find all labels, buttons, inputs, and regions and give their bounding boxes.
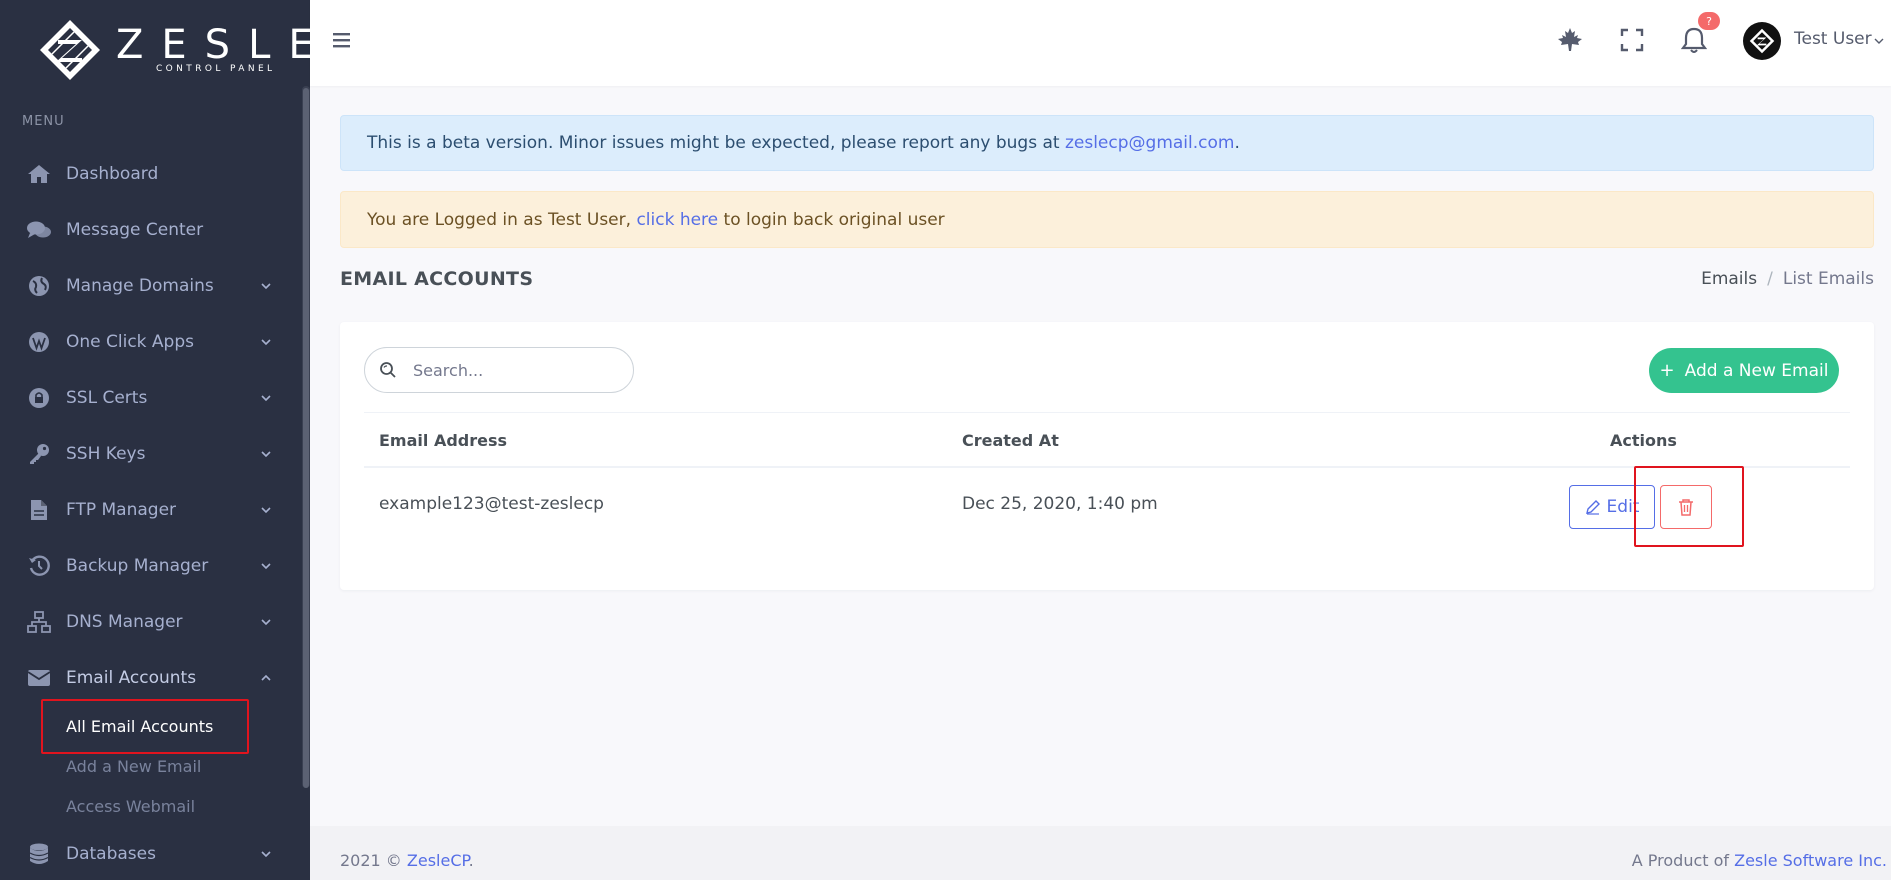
beta-alert-text: This is a beta version. Minor issues mig…	[367, 133, 1065, 153]
chevron-down-icon	[261, 395, 271, 402]
email-accounts-table: Email Address Created At Actions example…	[364, 412, 1850, 544]
brand-name: ZESLE	[116, 22, 310, 68]
sidebar-item-label: FTP Manager	[66, 500, 177, 520]
key-icon	[26, 443, 52, 465]
chevron-down-icon	[261, 507, 271, 514]
search-icon	[380, 362, 396, 378]
sidebar-item-label: Dashboard	[66, 164, 159, 184]
chevron-down-icon	[261, 619, 271, 626]
sidebar-item-manage-domains[interactable]: Manage Domains	[0, 258, 302, 314]
beta-alert: This is a beta version. Minor issues mig…	[340, 115, 1874, 171]
page-title: EMAIL ACCOUNTS	[340, 268, 534, 290]
footer-copyright: 2021 © ZesleCP.	[340, 851, 474, 870]
sidebar-item-label: Backup Manager	[66, 556, 209, 576]
footer-product-of: A Product of Zesle Software Inc.	[1632, 851, 1887, 870]
sidebar-item-label: One Click Apps	[66, 332, 194, 352]
sidebar-nav: Dashboard Message Center Manage Domains …	[0, 146, 302, 880]
sidebar-scrollbar-thumb[interactable]	[303, 88, 309, 788]
sidebar-item-email-accounts[interactable]: Email Accounts	[0, 650, 302, 706]
table-row: example123@test-zeslecp Dec 25, 2020, 1:…	[364, 468, 1850, 544]
impersonation-alert-text: You are Logged in as Test User,	[367, 209, 637, 230]
user-menu-name[interactable]: Test User	[1794, 29, 1872, 49]
sidebar-item-dns-manager[interactable]: DNS Manager	[0, 594, 302, 650]
sitemap-icon	[26, 611, 52, 633]
breadcrumb-separator: /	[1767, 269, 1773, 289]
sidebar-item-one-click-apps[interactable]: One Click Apps	[0, 314, 302, 370]
sidebar-item-label: SSH Keys	[66, 444, 146, 464]
add-new-email-label: Add a New Email	[1684, 360, 1829, 381]
zesle-logo[interactable]: ZESLE CONTROL PANEL	[38, 18, 310, 86]
globe-icon	[26, 275, 52, 297]
footer-year: 2021 ©	[340, 851, 407, 870]
beta-alert-end: .	[1234, 133, 1240, 153]
sidebar-item-label: Manage Domains	[66, 276, 214, 296]
footer: 2021 © ZesleCP. A Product of Zesle Softw…	[310, 826, 1891, 880]
impersonation-alert-end: to login back original user	[718, 209, 945, 230]
sidebar-item-label: Databases	[66, 844, 156, 864]
column-header-created: Created At	[962, 431, 1059, 450]
home-icon	[26, 163, 52, 185]
submenu-access-webmail[interactable]: Access Webmail	[0, 786, 302, 826]
language-canada-flag-icon[interactable]	[1554, 24, 1586, 56]
envelope-icon	[26, 667, 52, 689]
search-box[interactable]	[364, 347, 634, 393]
sidebar-item-databases[interactable]: Databases	[0, 826, 302, 880]
sidebar-item-dashboard[interactable]: Dashboard	[0, 146, 302, 202]
chevron-down-icon	[261, 339, 271, 346]
lock-icon	[26, 387, 52, 409]
footer-product-text: A Product of	[1631, 851, 1735, 870]
chevron-down-icon	[261, 283, 271, 290]
sidebar-item-message-center[interactable]: Message Center	[0, 202, 302, 258]
avatar[interactable]	[1743, 22, 1781, 60]
email-accounts-card: + Add a New Email Email Address Created …	[340, 322, 1874, 590]
breadcrumb-list-emails: List Emails	[1782, 269, 1874, 289]
file-icon	[26, 499, 52, 521]
fullscreen-icon[interactable]	[1616, 24, 1648, 56]
wordpress-icon	[26, 331, 52, 353]
footer-zeslecp-link[interactable]: ZesleCP	[407, 851, 469, 870]
beta-email-link[interactable]: zeslecp@gmail.com	[1065, 133, 1235, 153]
column-header-actions: Actions	[1610, 431, 1677, 450]
login-back-link[interactable]: click here	[636, 210, 718, 230]
sidebar-item-label: Email Accounts	[66, 668, 197, 688]
database-icon	[26, 843, 52, 865]
brand-tagline: CONTROL PANEL	[156, 64, 276, 74]
footer-company-link[interactable]: Zesle Software Inc.	[1734, 851, 1887, 870]
chevron-down-icon[interactable]	[1874, 36, 1884, 46]
chevron-up-icon	[261, 674, 271, 681]
hamburger-menu-icon[interactable]	[332, 30, 352, 50]
history-icon	[26, 555, 52, 577]
created-at-cell: Dec 25, 2020, 1:40 pm	[962, 494, 1158, 514]
sidebar-item-label: DNS Manager	[66, 612, 183, 632]
email-address-cell: example123@test-zeslecp	[379, 494, 604, 514]
chat-icon	[26, 219, 52, 241]
sidebar-item-ftp-manager[interactable]: FTP Manager	[0, 482, 302, 538]
topbar: ? Test User	[310, 0, 1891, 86]
plus-icon: +	[1659, 360, 1675, 381]
impersonation-alert: You are Logged in as Test User, click he…	[340, 191, 1874, 248]
menu-title: MENU	[22, 114, 65, 129]
table-header: Email Address Created At Actions	[364, 412, 1850, 468]
sidebar-item-backup-manager[interactable]: Backup Manager	[0, 538, 302, 594]
chevron-down-icon	[261, 451, 271, 458]
sidebar-item-label: Message Center	[66, 220, 204, 240]
zesle-logo-mark-icon	[40, 20, 100, 80]
sidebar-item-label: SSL Certs	[66, 388, 148, 408]
pencil-icon	[1585, 500, 1600, 515]
sidebar-item-ssh-keys[interactable]: SSH Keys	[0, 426, 302, 482]
chevron-down-icon	[261, 851, 271, 858]
highlight-box-delete-button	[1634, 466, 1744, 547]
chevron-down-icon	[261, 563, 271, 570]
breadcrumb-emails[interactable]: Emails	[1701, 269, 1757, 289]
column-header-email: Email Address	[379, 431, 508, 450]
breadcrumb: Emails / List Emails	[1701, 269, 1874, 289]
sidebar-item-ssl-certs[interactable]: SSL Certs	[0, 370, 302, 426]
notification-badge: ?	[1698, 12, 1720, 30]
add-new-email-button[interactable]: + Add a New Email	[1649, 348, 1839, 393]
search-input[interactable]	[413, 360, 613, 380]
footer-dot: .	[468, 851, 474, 870]
highlight-box-all-email-accounts	[41, 699, 249, 754]
